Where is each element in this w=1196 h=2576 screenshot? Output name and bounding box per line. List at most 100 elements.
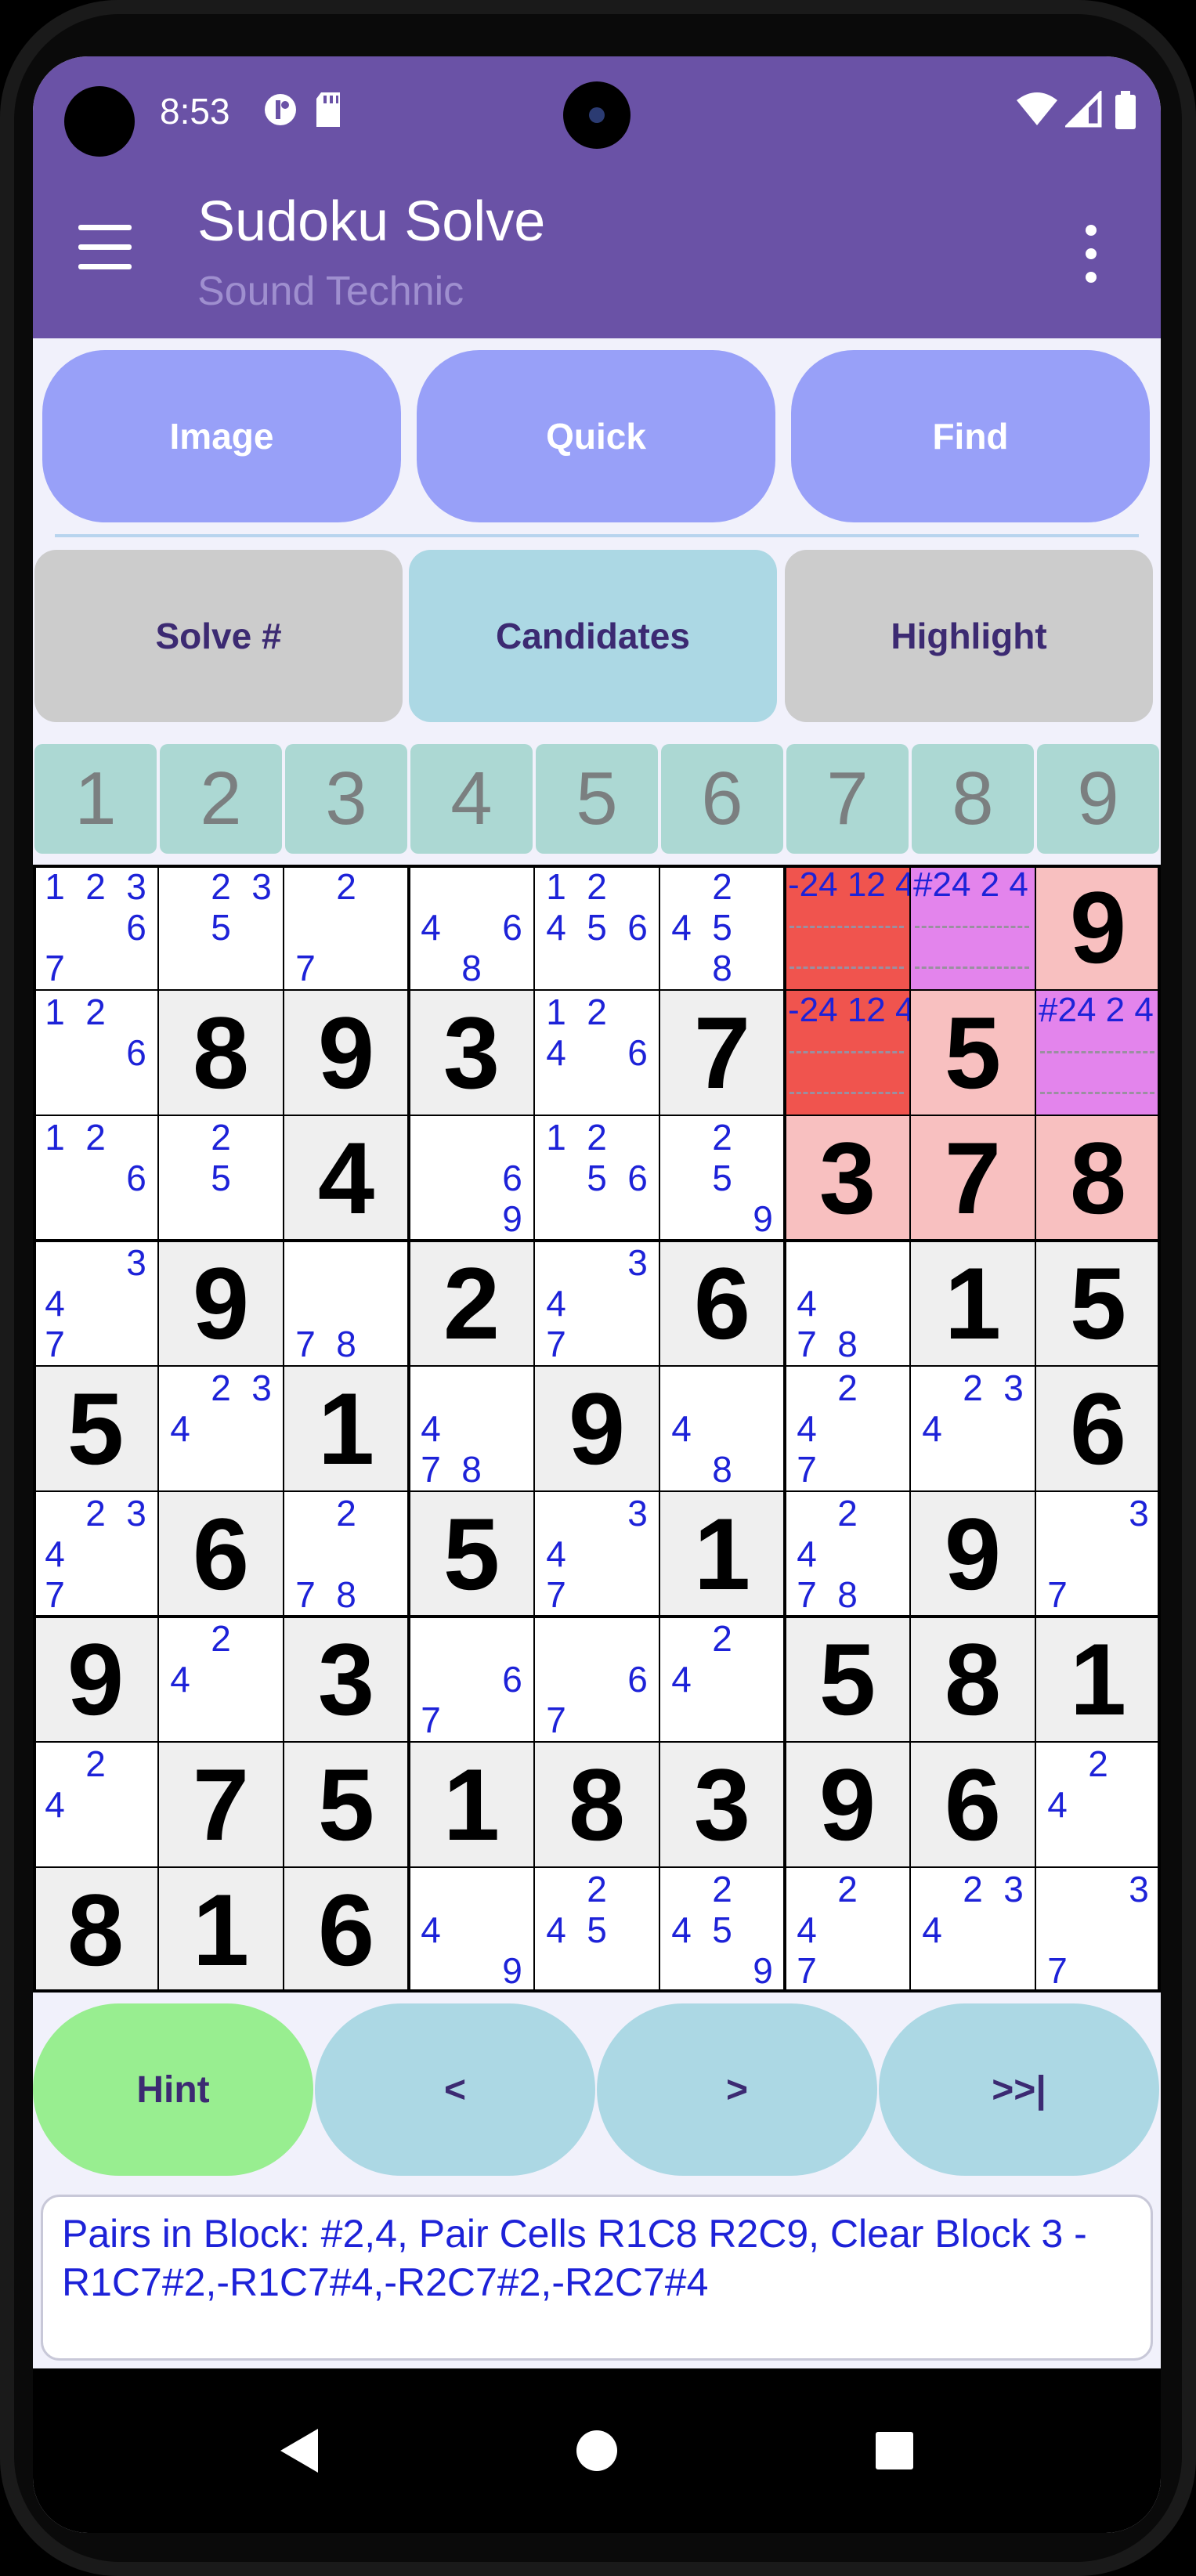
cell-r9c8[interactable]: 23 4 xyxy=(910,1867,1035,1993)
digit-button-6[interactable]: 6 xyxy=(661,744,783,854)
digit-button-3[interactable]: 3 xyxy=(285,744,407,854)
cell-r2c5[interactable]: 124 6 xyxy=(534,990,659,1115)
cell-r8c4[interactable]: 1 xyxy=(409,1742,534,1867)
cell-r9c9[interactable]: 37 xyxy=(1035,1867,1161,1993)
cell-r1c4[interactable]: 4 68 xyxy=(409,865,534,990)
digit-button-8[interactable]: 8 xyxy=(912,744,1034,854)
find-button[interactable]: Find xyxy=(791,350,1150,522)
cell-r9c3[interactable]: 6 xyxy=(284,1867,409,1993)
cell-r3c7[interactable]: 3 xyxy=(785,1115,910,1241)
cell-r7c1[interactable]: 9 xyxy=(33,1617,158,1742)
cell-r1c7[interactable]: -24 12 4 6 xyxy=(785,865,943,990)
cell-r6c9[interactable]: 37 xyxy=(1035,1491,1161,1617)
cell-r4c6[interactable]: 6 xyxy=(659,1241,785,1366)
cell-r3c5[interactable]: 1256 xyxy=(534,1115,659,1241)
digit-button-1[interactable]: 1 xyxy=(34,744,157,854)
cell-r7c7[interactable]: 5 xyxy=(785,1617,910,1742)
cell-r8c6[interactable]: 3 xyxy=(659,1742,785,1867)
sudoku-grid[interactable]: 1 2 3 6 7 2 3 5 2 7 4 6 8 1 2 4 5 6 2 4 5 8 -24 12 4 6 #24 2 49… xyxy=(33,865,1161,1993)
cell-r3c1[interactable]: 126 xyxy=(33,1115,158,1241)
cell-r6c8[interactable]: 9 xyxy=(910,1491,1035,1617)
cell-r5c3[interactable]: 1 xyxy=(284,1366,409,1491)
cell-r2c4[interactable]: 3 xyxy=(409,990,534,1115)
cell-r4c8[interactable]: 1 xyxy=(910,1241,1035,1366)
cell-r5c8[interactable]: 23 4 xyxy=(910,1366,1035,1491)
quick-button[interactable]: Quick xyxy=(417,350,775,522)
cell-r1c8[interactable]: #24 2 4 xyxy=(910,865,1035,990)
cell-r9c4[interactable]: 49 xyxy=(409,1867,534,1993)
cell-r5c9[interactable]: 6 xyxy=(1035,1366,1161,1491)
cell-r8c8[interactable]: 6 xyxy=(910,1742,1035,1867)
cell-r7c3[interactable]: 3 xyxy=(284,1617,409,1742)
cell-r3c4[interactable]: 69 xyxy=(409,1115,534,1241)
cell-r6c1[interactable]: 23 47 xyxy=(33,1491,158,1617)
cell-r9c7[interactable]: 247 xyxy=(785,1867,910,1993)
cell-r4c2[interactable]: 9 xyxy=(158,1241,284,1366)
cell-r5c4[interactable]: 478 xyxy=(409,1366,534,1491)
cell-r3c8[interactable]: 7 xyxy=(910,1115,1035,1241)
skip-to-end-button[interactable]: >>| xyxy=(879,2003,1159,2176)
cell-r3c2[interactable]: 25 xyxy=(158,1115,284,1241)
menu-icon[interactable] xyxy=(78,225,135,272)
cell-r8c2[interactable]: 7 xyxy=(158,1742,284,1867)
cell-r1c9[interactable]: 9 xyxy=(1035,865,1161,990)
back-icon[interactable] xyxy=(205,2368,393,2533)
hint-button[interactable]: Hint xyxy=(33,2003,313,2176)
next-step-button[interactable]: > xyxy=(597,2003,877,2176)
cell-r1c5[interactable]: 12456 xyxy=(534,865,659,990)
cell-r7c8[interactable]: 8 xyxy=(910,1617,1035,1742)
overflow-menu-icon[interactable] xyxy=(1082,225,1101,287)
cell-r6c3[interactable]: 278 xyxy=(284,1491,409,1617)
cell-r5c1[interactable]: 5 xyxy=(33,1366,158,1491)
digit-button-5[interactable]: 5 xyxy=(536,744,658,854)
cell-r8c7[interactable]: 9 xyxy=(785,1742,910,1867)
cell-r5c7[interactable]: 247 xyxy=(785,1366,910,1491)
cell-r3c9[interactable]: 8 xyxy=(1035,1115,1161,1241)
digit-button-2[interactable]: 2 xyxy=(160,744,282,854)
cell-r5c6[interactable]: 48 xyxy=(659,1366,785,1491)
digit-button-4[interactable]: 4 xyxy=(410,744,533,854)
cell-r8c1[interactable]: 24 xyxy=(33,1742,158,1867)
digit-button-7[interactable]: 7 xyxy=(786,744,909,854)
cell-r1c2[interactable]: 235 xyxy=(158,865,284,990)
recents-icon[interactable] xyxy=(800,2368,988,2533)
cell-r4c9[interactable]: 5 xyxy=(1035,1241,1161,1366)
cell-r6c2[interactable]: 6 xyxy=(158,1491,284,1617)
cell-r7c2[interactable]: 24 xyxy=(158,1617,284,1742)
cell-r6c6[interactable]: 1 xyxy=(659,1491,785,1617)
cell-r2c2[interactable]: 8 xyxy=(158,990,284,1115)
cell-r2c1[interactable]: 126 xyxy=(33,990,158,1115)
cell-r9c2[interactable]: 1 xyxy=(158,1867,284,1993)
cell-r8c9[interactable]: 24 xyxy=(1035,1742,1161,1867)
cell-r6c4[interactable]: 5 xyxy=(409,1491,534,1617)
candidates-button[interactable]: Candidates xyxy=(409,550,777,722)
cell-r9c6[interactable]: 2459 xyxy=(659,1867,785,1993)
previous-step-button[interactable]: < xyxy=(315,2003,595,2176)
digit-button-9[interactable]: 9 xyxy=(1037,744,1159,854)
cell-r2c3[interactable]: 9 xyxy=(284,990,409,1115)
cell-r1c1[interactable]: 1236 7 xyxy=(33,865,158,990)
cell-r1c3[interactable]: 27 xyxy=(284,865,409,990)
cell-r6c7[interactable]: 2478 xyxy=(785,1491,910,1617)
cell-r2c7[interactable]: -24 12 4 6 xyxy=(785,990,943,1115)
cell-r7c5[interactable]: 67 xyxy=(534,1617,659,1742)
cell-r2c6[interactable]: 7 xyxy=(659,990,785,1115)
cell-r9c5[interactable]: 245 xyxy=(534,1867,659,1993)
cell-r4c3[interactable]: 78 xyxy=(284,1241,409,1366)
cell-r2c9[interactable]: #24 2 4 xyxy=(1035,990,1161,1115)
cell-r4c1[interactable]: 3 47 xyxy=(33,1241,158,1366)
cell-r2c8[interactable]: 5 xyxy=(910,990,1035,1115)
cell-r5c2[interactable]: 23 4 xyxy=(158,1366,284,1491)
solve-number-button[interactable]: Solve # xyxy=(34,550,403,722)
cell-r1c6[interactable]: 2458 xyxy=(659,865,785,990)
cell-r8c3[interactable]: 5 xyxy=(284,1742,409,1867)
cell-r7c4[interactable]: 67 xyxy=(409,1617,534,1742)
highlight-button[interactable]: Highlight xyxy=(785,550,1153,722)
cell-r8c5[interactable]: 8 xyxy=(534,1742,659,1867)
cell-r4c5[interactable]: 3 47 xyxy=(534,1241,659,1366)
image-button[interactable]: Image xyxy=(42,350,401,522)
cell-r7c6[interactable]: 24 xyxy=(659,1617,785,1742)
cell-r6c5[interactable]: 3 47 xyxy=(534,1491,659,1617)
cell-r4c7[interactable]: 478 xyxy=(785,1241,910,1366)
home-icon[interactable] xyxy=(503,2368,691,2533)
